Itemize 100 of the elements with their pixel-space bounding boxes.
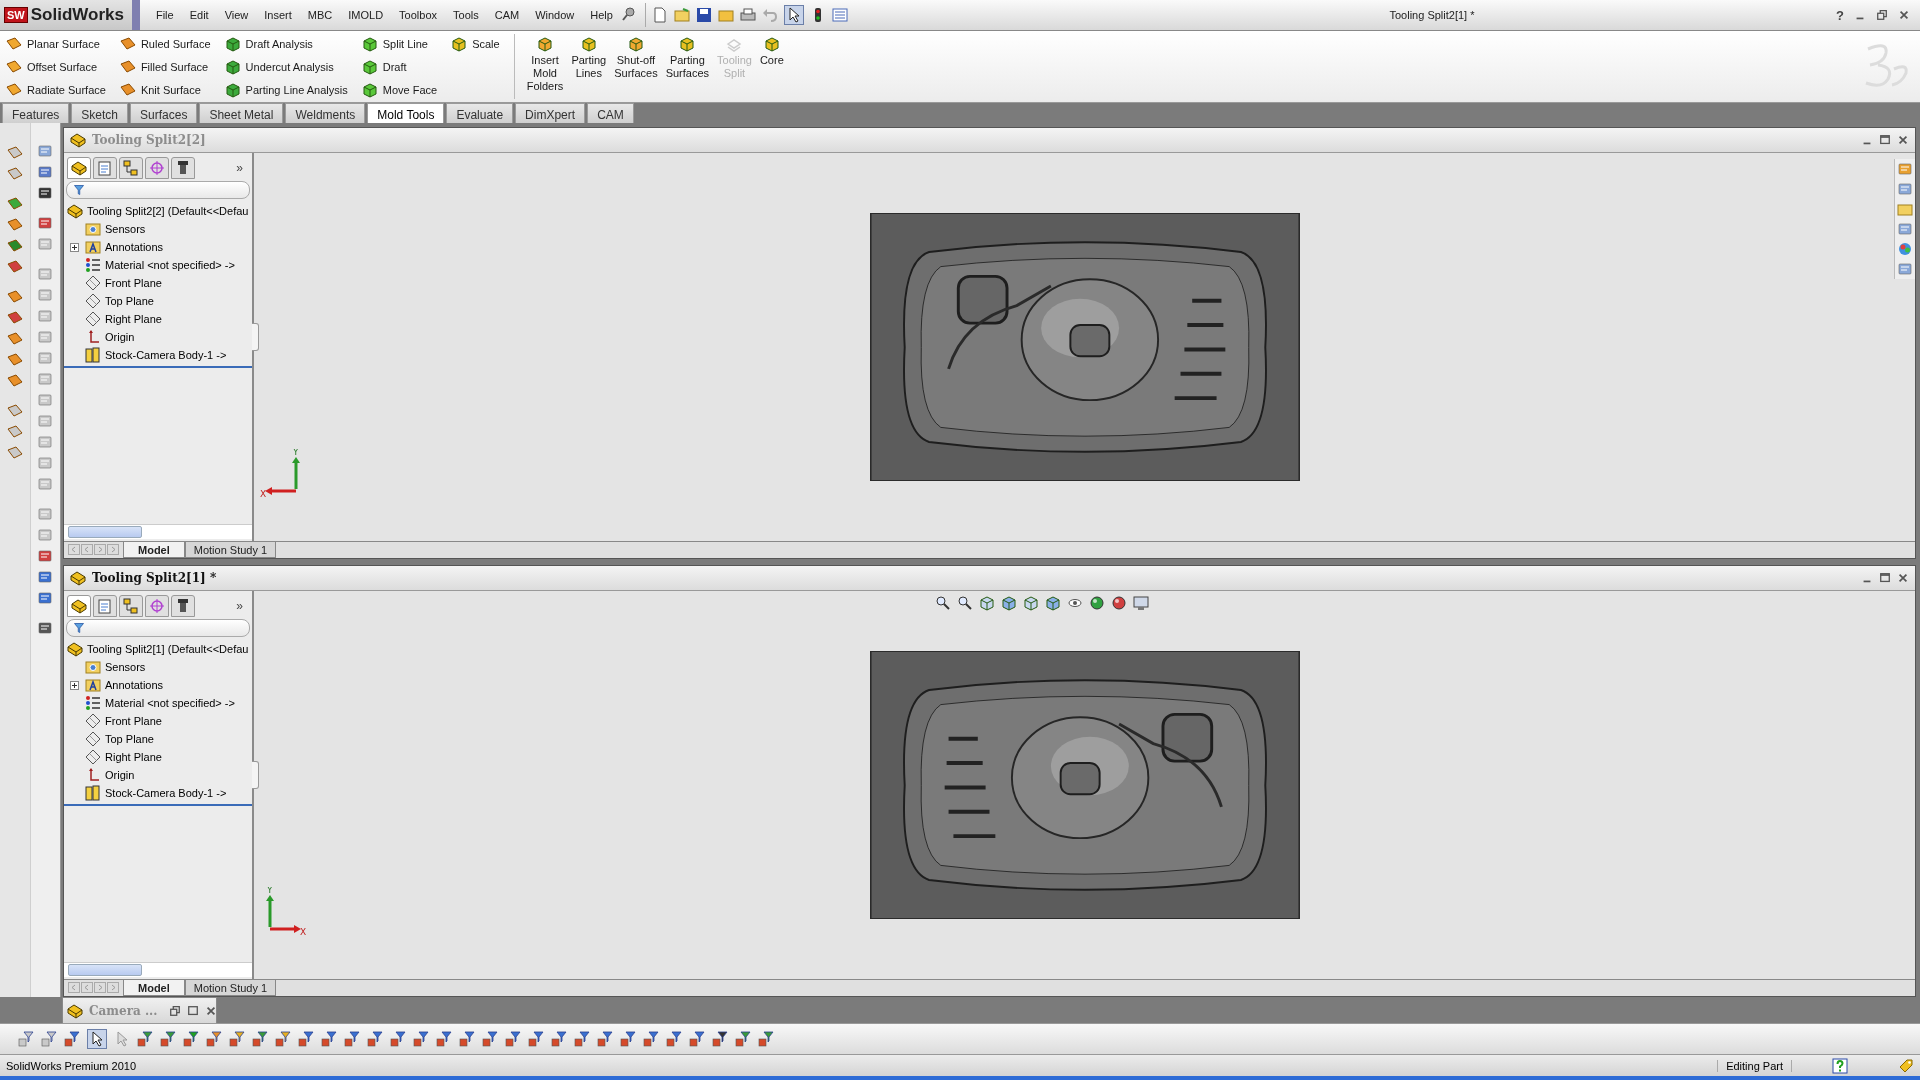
maximize-icon[interactable] — [1879, 572, 1891, 584]
ribbon-button[interactable]: Knit Surface — [119, 80, 211, 99]
ribbon-button[interactable]: Move Face — [361, 80, 438, 99]
filter-icon[interactable] — [390, 1031, 406, 1047]
close-icon[interactable] — [205, 1004, 218, 1017]
tree-item[interactable]: Origin — [105, 769, 135, 781]
filter-icon[interactable] — [505, 1031, 521, 1047]
filter-icon[interactable] — [597, 1031, 613, 1047]
menu-item[interactable]: File — [147, 6, 182, 24]
more-button[interactable]: » — [236, 161, 243, 175]
filter-icon[interactable] — [413, 1031, 429, 1047]
ribbon-button[interactable]: Shut-off Surfaces — [610, 34, 662, 99]
filter-icon[interactable] — [712, 1031, 728, 1047]
ribbon-button[interactable]: Draft — [361, 57, 438, 76]
ribbon-button[interactable]: Insert Mold Folders — [522, 34, 568, 99]
filter-field[interactable] — [66, 181, 250, 199]
more-button[interactable]: » — [236, 599, 243, 613]
menu-item[interactable]: Help — [582, 6, 621, 24]
save-icon[interactable] — [695, 7, 712, 23]
menu-item[interactable]: Insert — [256, 6, 300, 24]
expand-icon[interactable] — [70, 243, 79, 252]
menu-item[interactable]: Edit — [181, 6, 217, 24]
panel-tab[interactable] — [119, 157, 143, 179]
tree-item[interactable]: Stock-Camera Body-1 -> — [105, 349, 227, 361]
ribbon-button[interactable]: Core — [755, 34, 788, 99]
help-button[interactable]: ? — [1836, 7, 1844, 23]
tree-item[interactable]: Sensors — [105, 661, 146, 673]
menu-item[interactable]: Toolbox — [391, 6, 446, 24]
restore-icon[interactable] — [1876, 9, 1888, 21]
filter-icon[interactable] — [64, 1031, 80, 1047]
tag-icon[interactable] — [1898, 1057, 1914, 1074]
tree-item[interactable]: Origin — [105, 331, 135, 343]
panel-tab[interactable] — [67, 157, 91, 179]
command-tab[interactable]: Surfaces — [130, 103, 198, 123]
restore-icon[interactable] — [169, 1004, 182, 1017]
zoom-icon[interactable] — [934, 595, 951, 611]
tree-item[interactable]: Right Plane — [105, 751, 162, 763]
close-icon[interactable] — [1897, 572, 1909, 584]
tree-item[interactable]: Stock-Camera Body-1 -> — [105, 787, 227, 799]
ribbon-button[interactable]: Filled Surface — [119, 57, 211, 76]
filter-icon[interactable] — [252, 1031, 268, 1047]
tree-item[interactable]: Top Plane — [105, 295, 154, 307]
tree-item[interactable]: Material <not specified> -> — [105, 259, 235, 271]
tree-item[interactable]: Front Plane — [105, 715, 162, 727]
filter-icon[interactable] — [183, 1031, 199, 1047]
ribbon-button[interactable]: Ruled Surface — [119, 34, 211, 53]
ribbon-button[interactable]: Planar Surface — [6, 34, 106, 53]
folder-icon[interactable] — [673, 7, 690, 23]
panel-tab[interactable] — [171, 157, 195, 179]
command-tab[interactable]: Features — [2, 103, 70, 123]
tool-icon[interactable] — [6, 238, 23, 254]
close-icon[interactable] — [1898, 9, 1910, 21]
ribbon-button[interactable]: Draft Analysis — [224, 34, 348, 53]
horizontal-scrollbar[interactable] — [64, 962, 252, 977]
menu-item[interactable]: Tools — [445, 6, 487, 24]
panel-tab[interactable] — [67, 595, 91, 617]
clipboard-icon[interactable] — [1897, 261, 1913, 277]
monitor-icon[interactable] — [1132, 595, 1149, 611]
tool-icon[interactable] — [37, 548, 54, 564]
tree-item[interactable]: Annotations — [105, 241, 164, 253]
zoom-icon[interactable] — [956, 595, 973, 611]
filter-icon[interactable] — [137, 1031, 153, 1047]
options-icon[interactable] — [831, 7, 848, 23]
tool-icon[interactable] — [37, 620, 54, 636]
library-icon[interactable] — [1897, 181, 1913, 197]
ribbon-button[interactable]: Parting Surfaces — [661, 34, 714, 99]
palette-icon[interactable] — [1897, 241, 1913, 257]
sphere-icon[interactable] — [1110, 595, 1127, 611]
filter-icon[interactable] — [758, 1031, 774, 1047]
print-icon[interactable] — [739, 7, 756, 23]
filter-icon[interactable] — [620, 1031, 636, 1047]
pointer-icon[interactable] — [114, 1031, 130, 1047]
ribbon-button[interactable]: Parting Lines — [567, 34, 611, 99]
filter-icon[interactable] — [321, 1031, 337, 1047]
panel-tab[interactable] — [119, 595, 143, 617]
ribbon-button[interactable]: Offset Surface — [6, 57, 106, 76]
help-icon[interactable] — [1832, 1057, 1848, 1074]
view-tab[interactable]: Motion Study 1 — [184, 980, 277, 996]
panel-collapse-handle[interactable] — [252, 323, 259, 351]
command-tab[interactable]: Sketch — [71, 103, 129, 123]
tool-icon[interactable] — [37, 185, 54, 201]
filter-icon[interactable] — [344, 1031, 360, 1047]
command-tab[interactable]: Weldments — [285, 103, 366, 123]
maximize-icon[interactable] — [187, 1004, 200, 1017]
menu-item[interactable]: MBC — [299, 6, 341, 24]
command-tab[interactable]: Mold Tools — [367, 103, 445, 123]
command-tab[interactable]: Sheet Metal — [199, 103, 284, 123]
tool-icon[interactable] — [6, 196, 23, 212]
cube-icon[interactable] — [1022, 595, 1039, 611]
tree-item[interactable]: Front Plane — [105, 277, 162, 289]
filter-icon[interactable] — [643, 1031, 659, 1047]
maximize-icon[interactable] — [1879, 134, 1891, 146]
sphere-icon[interactable] — [1088, 595, 1105, 611]
view-tab[interactable]: Model — [123, 980, 185, 996]
new-document-icon[interactable] — [651, 7, 668, 23]
select-button[interactable] — [783, 5, 804, 25]
ribbon-button[interactable]: Scale — [451, 34, 500, 53]
filter-icon[interactable] — [367, 1031, 383, 1047]
cube-icon[interactable] — [978, 595, 995, 611]
filter-icon[interactable] — [689, 1031, 705, 1047]
